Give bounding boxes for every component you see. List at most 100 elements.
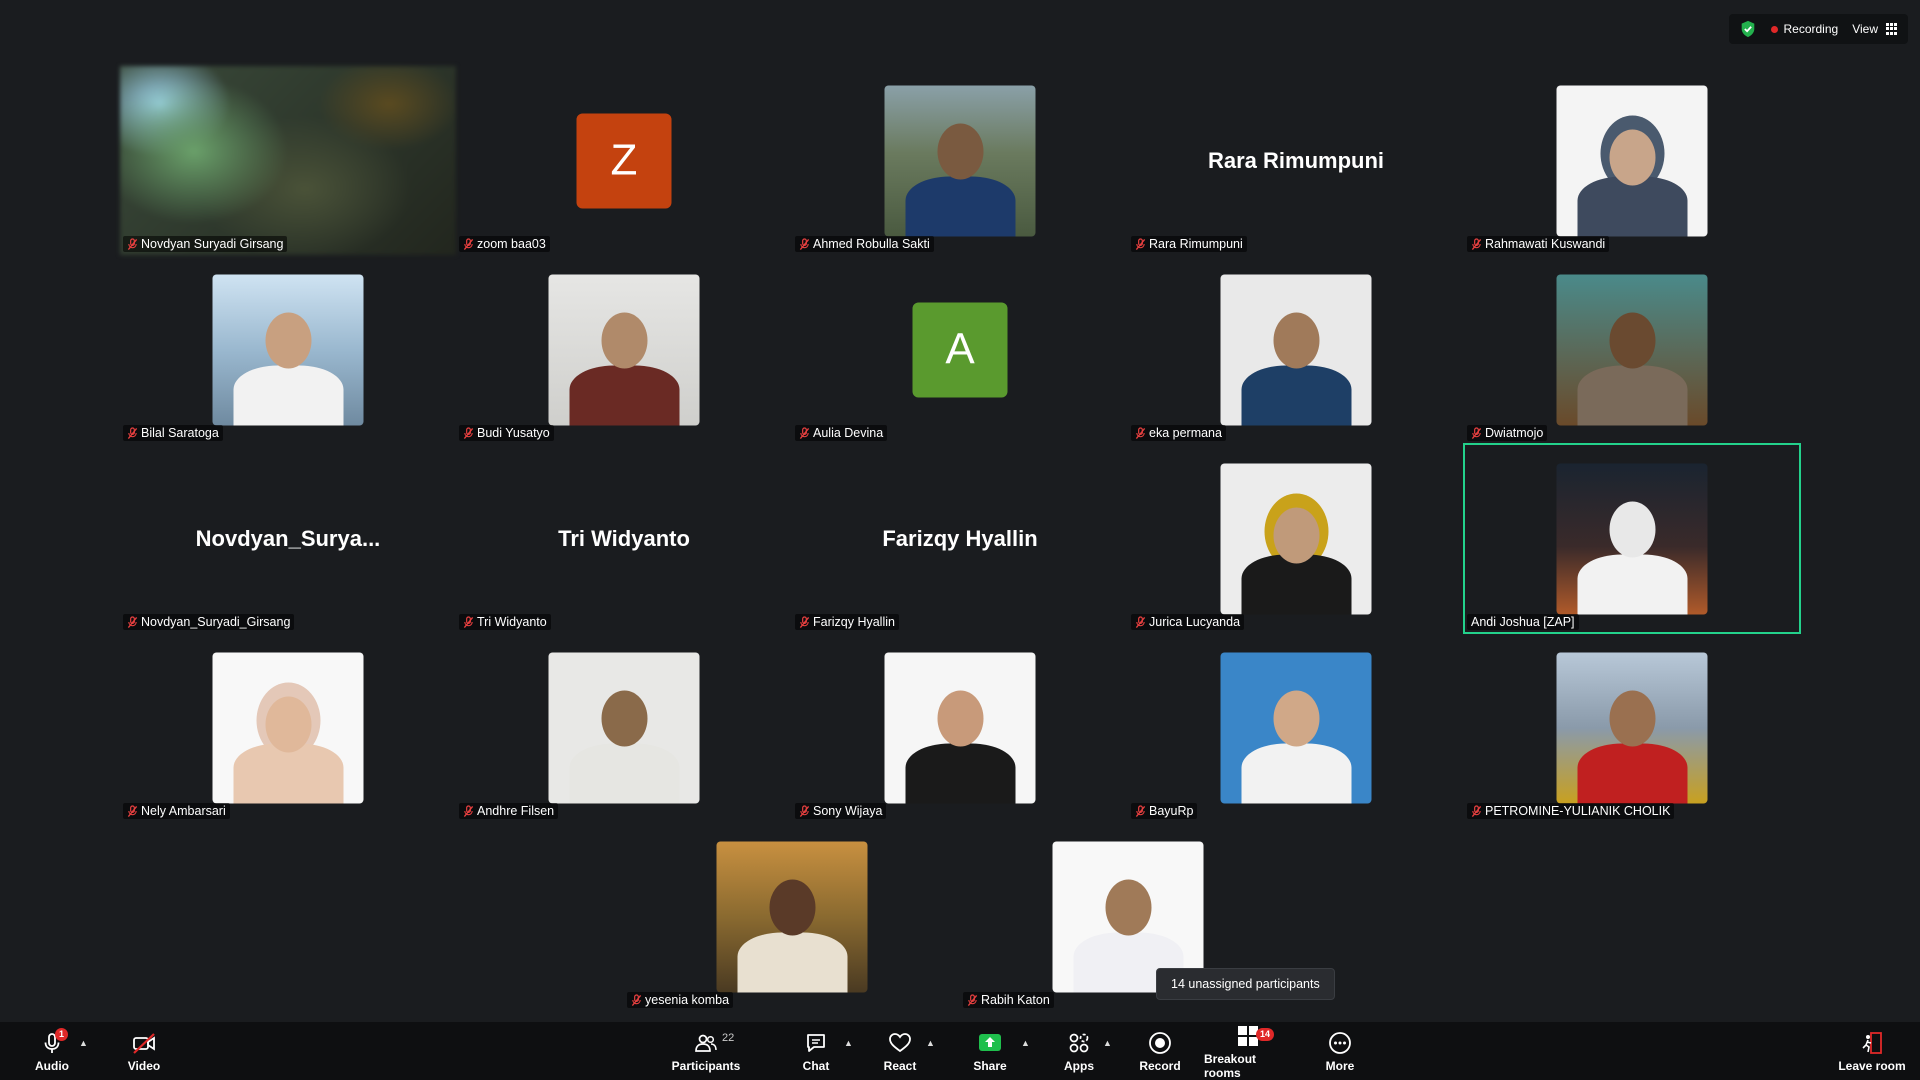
apps-label: Apps bbox=[1064, 1058, 1094, 1073]
profile-picture bbox=[212, 274, 364, 425]
participants-button[interactable]: 22 Participants bbox=[671, 1022, 741, 1080]
mic-muted-icon bbox=[127, 804, 138, 817]
participants-icon bbox=[695, 1034, 717, 1052]
react-button[interactable]: React bbox=[880, 1022, 920, 1080]
participant-tile[interactable]: Farizqy Hyallin Farizqy Hyallin bbox=[792, 444, 1128, 633]
participant-tile[interactable]: Novdyan_Surya... Novdyan_Suryadi_Girsang bbox=[120, 444, 456, 633]
profile-picture bbox=[1220, 274, 1372, 425]
profile-picture bbox=[1220, 463, 1372, 614]
chat-options-caret-icon[interactable]: ▲ bbox=[844, 1038, 853, 1048]
breakout-rooms-button[interactable]: 14 Breakout rooms bbox=[1204, 1022, 1292, 1080]
audio-options-caret-icon[interactable]: ▲ bbox=[79, 1038, 88, 1048]
breakout-rooms-label: Breakout rooms bbox=[1204, 1051, 1257, 1080]
participant-tile[interactable]: Tri Widyanto Tri Widyanto bbox=[456, 444, 792, 633]
record-icon bbox=[1149, 1031, 1171, 1054]
heart-icon bbox=[889, 1032, 911, 1052]
participant-tile[interactable]: A Aulia Devina bbox=[792, 255, 1128, 444]
profile-picture bbox=[1556, 463, 1708, 614]
participant-name: Novdyan Suryadi Girsang bbox=[141, 237, 284, 251]
profile-picture bbox=[1556, 85, 1708, 236]
participant-name-label: Dwiatmojo bbox=[1467, 425, 1548, 441]
recording-indicator[interactable]: Recording bbox=[1770, 22, 1839, 36]
mic-muted-icon bbox=[1135, 615, 1146, 628]
participant-tile[interactable]: Jurica Lucyanda bbox=[1128, 444, 1464, 633]
participant-tile[interactable]: BayuRp bbox=[1128, 633, 1464, 822]
participant-tile[interactable]: eka permana bbox=[1128, 255, 1464, 444]
mic-muted-icon bbox=[463, 237, 474, 250]
participant-tile[interactable]: Rara Rimumpuni Rara Rimumpuni bbox=[1128, 66, 1464, 255]
leave-door-icon bbox=[1862, 1031, 1882, 1054]
view-button[interactable]: View bbox=[1852, 22, 1898, 36]
participant-display-name: Novdyan_Surya... bbox=[195, 525, 381, 551]
participant-name-label: Andhre Filsen bbox=[459, 803, 559, 819]
participant-name: Rabih Katon bbox=[981, 993, 1050, 1007]
participant-tile[interactable]: Nely Ambarsari bbox=[120, 633, 456, 822]
participant-name: Budi Yusatyo bbox=[477, 426, 550, 440]
mic-muted-icon bbox=[127, 426, 138, 439]
participant-name: BayuRp bbox=[1149, 804, 1194, 818]
apps-options-caret-icon[interactable]: ▲ bbox=[1103, 1038, 1112, 1048]
participant-tile[interactable]: Ahmed Robulla Sakti bbox=[792, 66, 1128, 255]
participant-name: Rahmawati Kuswandi bbox=[1485, 237, 1606, 251]
view-label: View bbox=[1852, 22, 1878, 36]
avatar-initial: A bbox=[912, 302, 1008, 397]
participant-tile[interactable]: Novdyan Suryadi Girsang bbox=[120, 66, 456, 255]
participant-tile[interactable]: Bilal Saratoga bbox=[120, 255, 456, 444]
audio-button[interactable]: 1 Audio bbox=[30, 1022, 74, 1080]
mic-muted-icon bbox=[631, 993, 642, 1006]
participant-name-label: eka permana bbox=[1131, 425, 1226, 441]
mic-muted-icon bbox=[799, 615, 810, 628]
participant-tile[interactable]: PETROMINE-YULIANIK CHOLIK bbox=[1464, 633, 1800, 822]
profile-picture bbox=[1556, 652, 1708, 803]
participants-count: 22 bbox=[722, 1032, 735, 1044]
video-button[interactable]: Video bbox=[124, 1022, 164, 1080]
participant-display-name: Rara Rimumpuni bbox=[1207, 147, 1385, 173]
participant-tile[interactable]: Budi Yusatyo bbox=[456, 255, 792, 444]
participant-name-label: yesenia komba bbox=[627, 992, 734, 1008]
participant-tile[interactable]: Sony Wijaya bbox=[792, 633, 1128, 822]
share-button[interactable]: Share bbox=[970, 1022, 1010, 1080]
record-button[interactable]: Record bbox=[1138, 1022, 1182, 1080]
more-button[interactable]: More bbox=[1320, 1022, 1360, 1080]
participant-name: Sony Wijaya bbox=[813, 804, 883, 818]
record-label: Record bbox=[1139, 1058, 1181, 1073]
unassigned-participants-tooltip: 14 unassigned participants bbox=[1156, 968, 1335, 1000]
mic-muted-icon bbox=[799, 804, 810, 817]
participant-name-label: Rahmawati Kuswandi bbox=[1467, 236, 1610, 252]
participant-name: PETROMINE-YULIANIK CHOLIK bbox=[1485, 804, 1671, 818]
participant-tile[interactable]: Andi Joshua [ZAP] bbox=[1463, 443, 1801, 634]
apps-button[interactable]: Apps bbox=[1059, 1022, 1099, 1080]
react-options-caret-icon[interactable]: ▲ bbox=[926, 1038, 935, 1048]
mic-muted-icon bbox=[463, 426, 474, 439]
participant-name-label: PETROMINE-YULIANIK CHOLIK bbox=[1467, 803, 1675, 819]
shield-check-icon[interactable] bbox=[1739, 20, 1757, 38]
participants-label: Participants bbox=[671, 1058, 741, 1073]
participant-tile[interactable]: Andhre Filsen bbox=[456, 633, 792, 822]
share-options-caret-icon[interactable]: ▲ bbox=[1021, 1038, 1030, 1048]
participant-tile[interactable]: Rahmawati Kuswandi bbox=[1464, 66, 1800, 255]
mic-muted-icon bbox=[1135, 804, 1146, 817]
participant-video bbox=[120, 66, 456, 255]
leave-room-button[interactable]: Leave room bbox=[1836, 1022, 1908, 1080]
participant-name-label: Farizqy Hyallin bbox=[795, 614, 899, 630]
recording-label: Recording bbox=[1783, 22, 1839, 36]
participant-tile[interactable]: Zzoom baa03 bbox=[456, 66, 792, 255]
chat-button[interactable]: Chat bbox=[796, 1022, 836, 1080]
participant-name-label: Andi Joshua [ZAP] bbox=[1467, 614, 1579, 630]
participant-name-label: Sony Wijaya bbox=[795, 803, 887, 819]
meeting-status-bar: Recording View bbox=[1728, 14, 1908, 44]
profile-picture bbox=[1220, 652, 1372, 803]
profile-picture bbox=[212, 652, 364, 803]
participant-name-label: Aulia Devina bbox=[795, 425, 888, 441]
chat-icon bbox=[807, 1033, 825, 1052]
mic-muted-icon bbox=[127, 237, 138, 250]
participant-tile[interactable]: yesenia komba bbox=[624, 822, 960, 1011]
more-label: More bbox=[1325, 1058, 1355, 1073]
audio-label: Audio bbox=[35, 1058, 69, 1073]
more-options-icon bbox=[1329, 1031, 1351, 1054]
participant-display-name: Tri Widyanto bbox=[558, 525, 690, 551]
participant-tile[interactable]: Dwiatmojo bbox=[1464, 255, 1800, 444]
participant-name: zoom baa03 bbox=[477, 237, 546, 251]
mic-muted-icon bbox=[1471, 426, 1482, 439]
mic-muted-icon bbox=[967, 993, 978, 1006]
